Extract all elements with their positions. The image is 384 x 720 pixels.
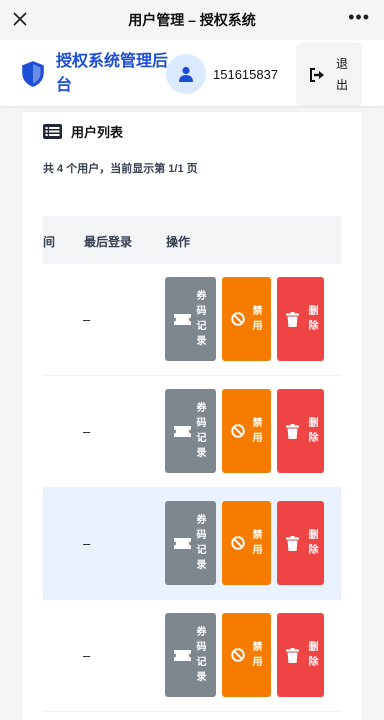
trash-icon [286,535,299,551]
column-header-last-login: 最后登录 [84,235,133,249]
code-records-label: 券码记录 [196,291,207,347]
trash-icon [286,423,299,439]
table-row: – 券码记录 禁用 删除 [43,600,341,712]
last-login-cell: – [83,424,91,439]
more-icon[interactable]: ••• [348,8,370,26]
app-header: 授权系统管理后台 151615837 退出 [0,40,384,106]
ticket-icon [174,313,191,325]
table-header: 间 最后登录 操作 [43,216,341,264]
disable-button[interactable]: 禁用 [222,613,271,697]
logout-label: 退出 [335,56,348,92]
card-title: 用户列表 [43,122,123,141]
table-row: – 券码记录 禁用 删除 [43,264,341,376]
list-icon [43,124,62,139]
browser-topbar: 用户管理 – 授权系统 ••• [0,0,384,40]
logout-icon [310,67,324,82]
code-records-label: 券码记录 [196,403,207,459]
code-records-button[interactable]: 券码记录 [165,389,216,473]
delete-label: 删除 [308,642,319,668]
trash-icon [286,311,299,327]
delete-button[interactable]: 删除 [277,389,324,473]
user-table: 间 最后登录 操作 – 券码记录 禁用 删除 – 券码记录 禁用 删除 – 券码… [43,216,341,712]
disable-label: 禁用 [252,642,263,668]
code-records-button[interactable]: 券码记录 [165,613,216,697]
code-records-label: 券码记录 [196,627,207,683]
logout-button[interactable]: 退出 [296,43,362,106]
user-icon [179,66,193,82]
card-title-text: 用户列表 [71,125,124,140]
disable-label: 禁用 [252,306,263,332]
shield-icon [22,61,44,87]
disable-button[interactable]: 禁用 [222,389,271,473]
last-login-cell: – [83,536,91,551]
ban-icon [231,312,245,326]
brand-name: 授权系统管理后台 [56,53,169,94]
ban-icon [231,648,245,662]
code-records-button[interactable]: 券码记录 [165,501,216,585]
code-records-button[interactable]: 券码记录 [165,277,216,361]
delete-label: 删除 [308,306,319,332]
pagination-summary: 共 4 个用户，当前显示第 1/1 页 [43,163,198,175]
window-title: 用户管理 – 授权系统 [128,12,256,28]
close-icon[interactable] [10,9,30,29]
disable-button[interactable]: 禁用 [222,277,271,361]
trash-icon [286,647,299,663]
ticket-icon [174,649,191,661]
delete-label: 删除 [308,530,319,556]
disable-label: 禁用 [252,530,263,556]
table-body: – 券码记录 禁用 删除 – 券码记录 禁用 删除 – 券码记录 禁用 删除 –… [43,264,341,712]
ticket-icon [174,537,191,549]
ticket-icon [174,425,191,437]
user-list-card: 用户列表 共 4 个用户，当前显示第 1/1 页 间 最后登录 操作 – 券码记… [22,112,362,720]
avatar [166,54,206,94]
disable-label: 禁用 [252,418,263,444]
username: 151615837 [213,66,279,82]
disable-button[interactable]: 禁用 [222,501,271,585]
table-row: – 券码记录 禁用 删除 [43,376,341,488]
last-login-cell: – [83,648,91,663]
code-records-label: 券码记录 [196,515,207,571]
delete-label: 删除 [308,418,319,444]
column-header-partial: 间 [43,235,56,249]
user-info: 151615837 [166,54,278,94]
delete-button[interactable]: 删除 [277,613,324,697]
brand: 授权系统管理后台 [20,50,168,98]
table-row: – 券码记录 禁用 删除 [43,488,341,600]
ban-icon [231,536,245,550]
last-login-cell: – [83,312,91,327]
delete-button[interactable]: 删除 [277,277,324,361]
delete-button[interactable]: 删除 [277,501,324,585]
column-header-actions: 操作 [166,235,191,249]
ban-icon [231,424,245,438]
